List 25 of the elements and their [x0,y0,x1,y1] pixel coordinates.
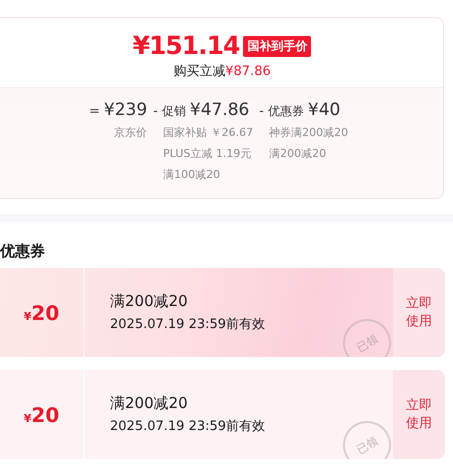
final-price: ¥151.14 [132,32,240,60]
coupon-condition: 满200减20 [110,292,189,311]
term-note: 国家补贴 ￥26.67 [162,125,254,141]
term-note: 满100减20 [162,167,220,183]
use-button[interactable]: 立即使用 [393,370,445,459]
term-value: ¥40 [308,100,340,120]
term-value: ¥47.86 [190,100,250,120]
use-button[interactable]: 立即使用 [393,268,445,357]
coupon-amount: ¥20 [24,300,60,324]
term-note: PLUS立减 1.19元 [162,146,252,162]
operator: - [259,104,264,119]
operator: = [89,104,100,119]
term-label: 优惠券 [268,103,304,120]
coupon-validity: 2025.07.19 23:59前有效 [110,418,266,435]
saving-text: 购买立减¥87.86 [173,63,271,80]
operator: - [153,104,158,119]
term-label: 促销 [162,103,186,120]
coupon-amount: ¥20 [24,402,60,426]
term-note: 满200减20 [268,146,326,162]
coupon-validity: 2025.07.19 23:59前有效 [110,316,266,333]
term-value: ¥239 [104,100,148,120]
price-tag: 国补到手价 [243,36,312,56]
coupon-condition: 满200减20 [110,394,189,413]
term-note: 京东价 [114,125,148,141]
term-note: 神券满200减20 [268,125,348,141]
